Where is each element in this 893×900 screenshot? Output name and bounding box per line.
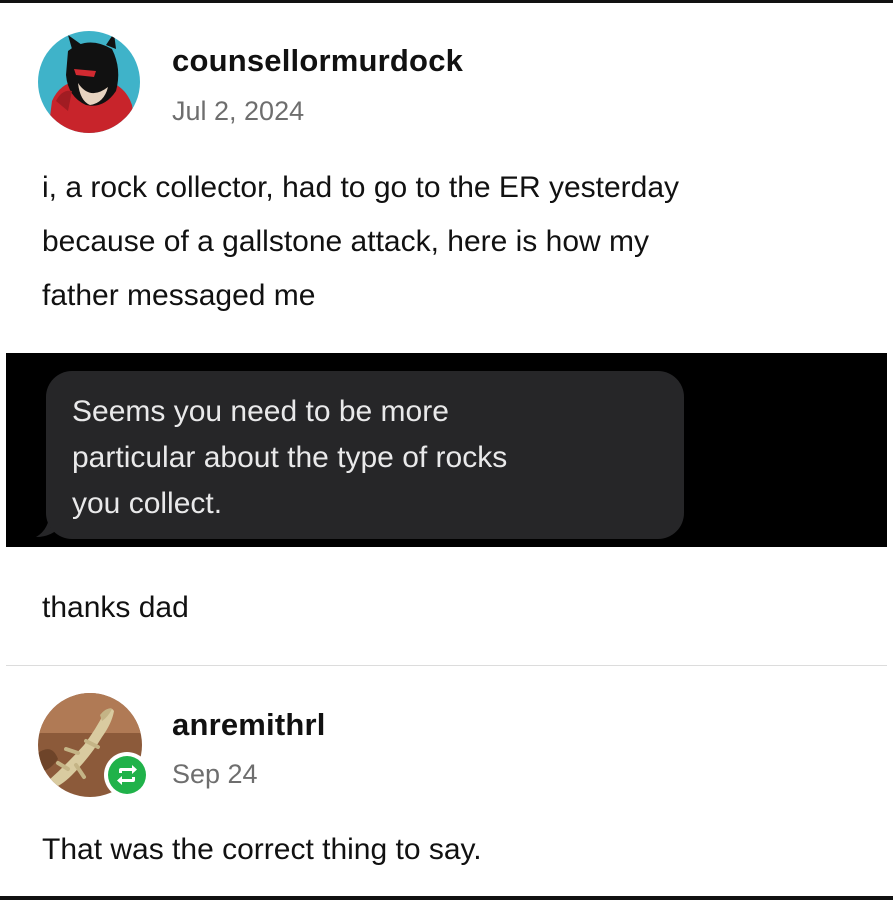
reply-username[interactable]: anremithrl [172, 707, 326, 743]
post-body: i, a rock collector, had to go to the ER… [42, 161, 679, 323]
reply-body: That was the correct thing to say. [42, 833, 482, 866]
post-card: counsellormurdock Jul 2, 2024 i, a rock … [0, 3, 893, 896]
message-text: Seems you need to be more particular abo… [72, 389, 507, 527]
reply-date[interactable]: Sep 24 [172, 759, 258, 790]
post-body-line: i, a rock collector, had to go to the ER… [42, 171, 680, 204]
message-screenshot: Seems you need to be more particular abo… [6, 353, 887, 547]
author-avatar[interactable] [38, 31, 140, 133]
post-caption: thanks dad [42, 591, 189, 624]
author-username[interactable]: counsellormurdock [172, 43, 463, 79]
reply-divider [6, 665, 887, 666]
post-body-line: because of a gallstone attack, here is h… [42, 225, 650, 258]
daredevil-avatar-image [38, 31, 140, 133]
message-line: you collect. [72, 487, 223, 520]
reblog-badge [104, 752, 150, 798]
post-date[interactable]: Jul 2, 2024 [172, 96, 304, 127]
message-line: Seems you need to be more [72, 395, 449, 428]
message-bubble: Seems you need to be more particular abo… [46, 371, 684, 539]
post-body-line: father messaged me [42, 279, 316, 312]
message-line: particular about the type of rocks [72, 441, 508, 474]
reblog-icon [108, 756, 146, 794]
